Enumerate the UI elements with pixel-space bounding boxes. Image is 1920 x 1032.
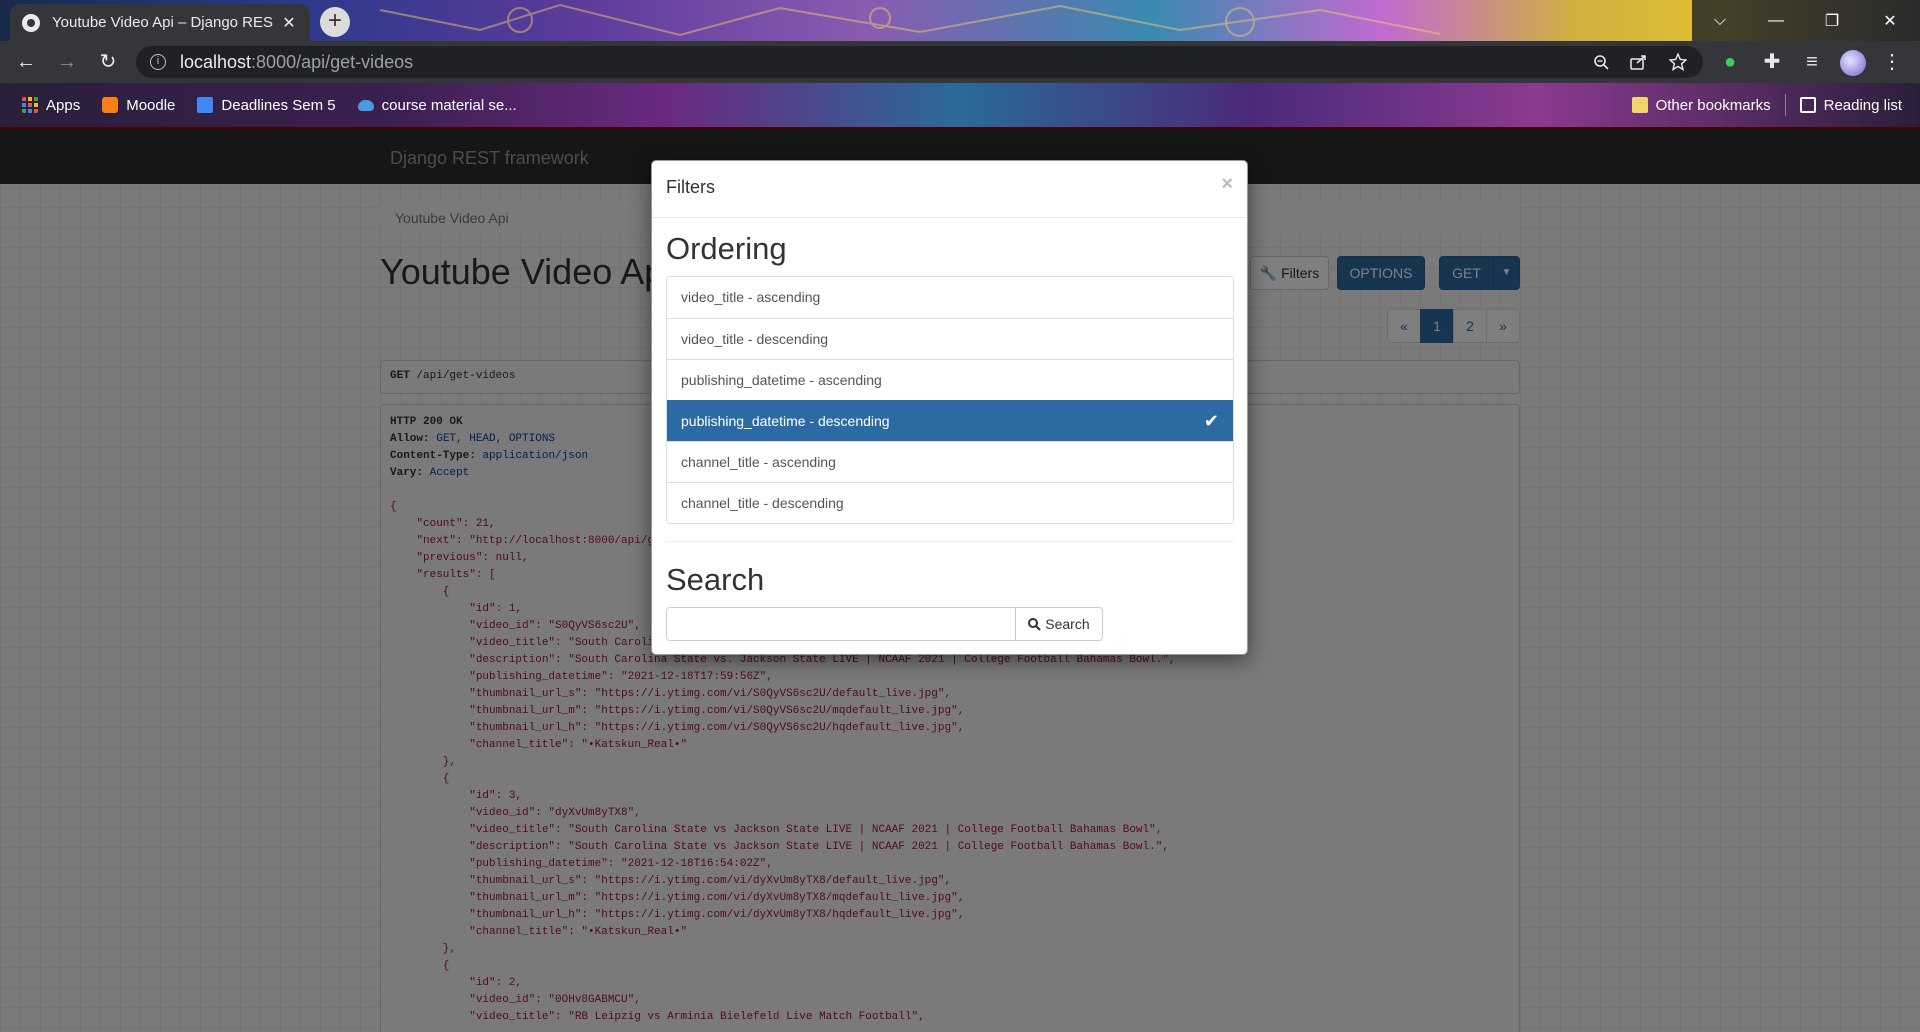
bookmarks-divider (1784, 94, 1786, 116)
close-tab-icon[interactable]: ✕ (280, 13, 298, 33)
modal-title: Filters (666, 177, 715, 197)
search-input[interactable] (666, 607, 1016, 641)
ordering-option[interactable]: publishing_datetime - descending ✔ (667, 400, 1233, 441)
bookmark-apps[interactable]: Apps (22, 97, 80, 114)
ordering-option-label: video_title - descending (681, 331, 829, 347)
ordering-heading: Ordering (666, 231, 787, 266)
ordering-option[interactable]: video_title - ascending (667, 277, 1233, 318)
new-tab-button[interactable]: + (320, 7, 350, 37)
ordering-option[interactable]: channel_title - ascending (667, 441, 1233, 482)
zoom-icon[interactable] (1593, 54, 1609, 70)
search-button-label: Search (1045, 616, 1090, 632)
bookmarks-bar: Apps Moodle Deadlines Sem 5 course mater… (0, 83, 1920, 127)
media-queue-icon[interactable]: ≡ (1800, 50, 1824, 74)
docs-icon (197, 97, 214, 113)
minimize-button[interactable]: — (1748, 0, 1804, 41)
menu-kebab-icon[interactable]: ⋮ (1880, 50, 1904, 74)
bookmark-deadlines[interactable]: Deadlines Sem 5 (197, 96, 336, 114)
onedrive-icon (357, 99, 374, 111)
folder-icon (1631, 97, 1648, 113)
share-icon[interactable] (1630, 54, 1648, 70)
search-heading: Search (666, 562, 765, 597)
ordering-option-label: video_title - ascending (681, 289, 821, 305)
close-window-button[interactable]: ✕ (1860, 0, 1920, 41)
url-host: localhost (180, 51, 252, 72)
search-button[interactable]: Search (1015, 607, 1103, 641)
bookmark-label: course material se... (381, 96, 517, 114)
ordering-option[interactable]: channel_title - descending (667, 482, 1233, 523)
theme-artwork (379, 3, 1441, 37)
address-bar[interactable]: i localhost:8000/api/get-videos (136, 46, 1703, 78)
bookmark-course-material[interactable]: course material se... (357, 96, 517, 114)
moodle-icon (102, 97, 119, 113)
tab-title: Youtube Video Api – Django RES (52, 14, 274, 31)
reload-icon[interactable]: ↻ (96, 50, 120, 74)
close-icon[interactable]: × (1221, 173, 1233, 196)
url-path: :8000/api/get-videos (251, 51, 414, 72)
filters-modal: Filters × Ordering video_title - ascendi… (651, 160, 1248, 655)
reading-list-icon (1799, 97, 1816, 113)
ordering-option-label: publishing_datetime - descending (681, 413, 890, 429)
ordering-option-label: publishing_datetime - ascending (681, 372, 882, 388)
extensions-puzzle-icon[interactable]: ✚ (1760, 50, 1784, 74)
modal-divider (666, 541, 1234, 542)
bookmark-other[interactable]: Other bookmarks (1631, 96, 1771, 114)
bookmark-label: Other bookmarks (1655, 96, 1771, 114)
reading-list-label: Reading list (1823, 96, 1902, 114)
bookmark-label: Deadlines Sem 5 (221, 96, 336, 114)
bookmark-label: Moodle (126, 96, 176, 114)
extension-icon[interactable]: ● (1718, 50, 1742, 74)
profile-avatar[interactable] (1840, 50, 1866, 76)
ordering-option-label: channel_title - ascending (681, 454, 836, 470)
forward-icon[interactable]: → (55, 50, 79, 74)
ordering-option[interactable]: video_title - descending (667, 318, 1233, 359)
maximize-button[interactable]: ❐ (1804, 0, 1860, 41)
bookmark-label: Apps (46, 96, 81, 114)
tab-strip: Youtube Video Api – Django RES ✕ + ⌵ — ❐… (0, 0, 1920, 41)
apps-grid-icon (22, 97, 38, 113)
reading-list[interactable]: Reading list (1799, 96, 1902, 114)
tab-search-icon[interactable]: ⌵ (1692, 0, 1748, 41)
bookmark-moodle[interactable]: Moodle (102, 97, 175, 114)
search-icon (1028, 618, 1042, 631)
ordering-option[interactable]: publishing_datetime - ascending (667, 359, 1233, 400)
globe-icon (22, 13, 40, 32)
ordering-list: video_title - ascending video_title - des… (666, 276, 1234, 524)
modal-header: Filters (652, 161, 1247, 218)
ordering-option-label: channel_title - descending (681, 495, 844, 511)
checkmark-icon: ✔ (1203, 411, 1219, 431)
back-icon[interactable]: ← (14, 50, 38, 74)
bookmark-star-icon[interactable] (1669, 53, 1687, 71)
site-info-icon[interactable]: i (150, 54, 166, 70)
browser-tab-active[interactable]: Youtube Video Api – Django RES ✕ (10, 4, 310, 41)
browser-toolbar: ← → ↻ i localhost:8000/api/get-videos ● … (0, 41, 1920, 83)
